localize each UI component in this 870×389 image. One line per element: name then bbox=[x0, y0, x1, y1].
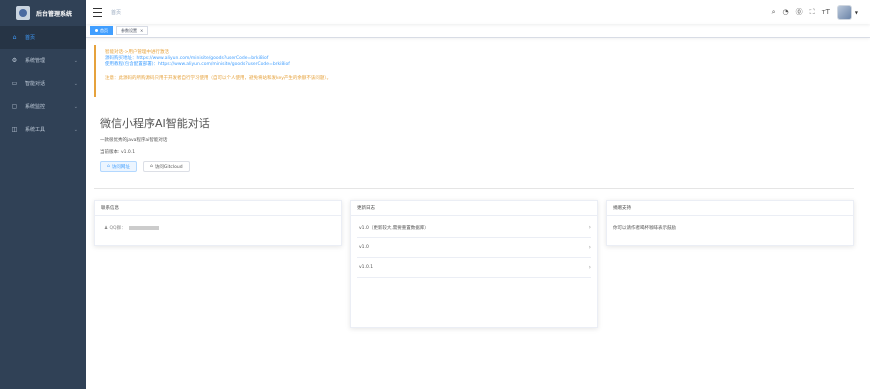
tag-label: 参数设置 bbox=[121, 27, 137, 33]
list-item-label: v1.0 bbox=[359, 245, 369, 250]
tag-home[interactable]: 首页 bbox=[90, 26, 113, 35]
redacted-value bbox=[129, 225, 160, 230]
button-label: 访问Gitcloud bbox=[154, 164, 183, 170]
contact-line: QQ群： bbox=[109, 226, 126, 231]
divider bbox=[94, 188, 854, 189]
home-icon: ⌂ bbox=[150, 164, 153, 169]
sidebar-item-monitor[interactable]: ▢ 系统监控 ⌄ bbox=[0, 95, 86, 118]
sidebar-item-label: 首页 bbox=[25, 35, 36, 41]
hamburger-icon[interactable] bbox=[93, 7, 102, 17]
chevron-right-icon: › bbox=[588, 244, 591, 251]
contact-card: 联系信息 ♟ QQ群： bbox=[94, 200, 342, 246]
sidebar-item-chat[interactable]: ▭ 智能对话 ⌄ bbox=[0, 72, 86, 95]
chevron-down-icon: ⌄ bbox=[73, 80, 78, 87]
gear-icon: ⚙ bbox=[11, 57, 18, 64]
main-content: 智能对话->用户管理中进行激活 源码购买地址：https://www.aliyu… bbox=[86, 38, 870, 389]
page-description: 一款很优秀的java程序ai智能对话 bbox=[100, 138, 168, 143]
page-title: 微信小程序AI智能对话 bbox=[100, 117, 210, 130]
search-icon[interactable]: ⌕ bbox=[772, 8, 776, 17]
visit-site-button[interactable]: ⌂ 访问网址 bbox=[100, 161, 137, 172]
github-icon[interactable]: ◔ bbox=[783, 8, 789, 16]
button-label: 访问网址 bbox=[111, 164, 130, 170]
sidebar-item-label: 智能对话 bbox=[25, 81, 46, 87]
breadcrumb[interactable]: 首页 bbox=[111, 9, 121, 16]
caret-down-icon[interactable]: ▼ bbox=[855, 10, 858, 15]
sidebar-item-label: 系统工具 bbox=[25, 127, 46, 133]
list-item[interactable]: v1.0（更新较大,需要重置数据库） › bbox=[357, 218, 591, 238]
chevron-down-icon: ⌄ bbox=[73, 57, 78, 64]
changelog-list: v1.0（更新较大,需要重置数据库） › v1.0 › v1.0.1 › bbox=[351, 218, 597, 278]
avatar[interactable] bbox=[836, 4, 852, 20]
list-item[interactable]: v1.0.1 › bbox=[357, 258, 591, 278]
fullscreen-icon[interactable]: ⛶ bbox=[810, 8, 815, 17]
chevron-right-icon: › bbox=[588, 264, 591, 271]
changelog-card: 更新日志 v1.0（更新较大,需要重置数据库） › v1.0 › v1.0.1 … bbox=[350, 200, 598, 328]
monitor-icon: ▢ bbox=[11, 103, 18, 110]
support-text: 你可以请作者喝杯咖啡表示鼓励 bbox=[613, 226, 676, 231]
sidebar-item-system[interactable]: ⚙ 系统管理 ⌄ bbox=[0, 49, 86, 72]
help-icon[interactable]: ⓪ bbox=[796, 7, 803, 17]
brand[interactable]: 后台管理系统 bbox=[0, 0, 86, 26]
visit-gitcloud-button[interactable]: ⌂ 访问Gitcloud bbox=[143, 161, 190, 172]
tool-icon: ◫ bbox=[11, 126, 18, 133]
right-menu: ⌕ ◔ ⓪ ⛶ тT ▼ bbox=[772, 0, 858, 24]
tag-params[interactable]: 参数设置 × bbox=[116, 26, 149, 35]
font-size-icon[interactable]: тT bbox=[822, 8, 830, 16]
sidebar-item-label: 系统监控 bbox=[25, 104, 46, 110]
version-text: 当前版本: v1.0.1 bbox=[100, 150, 136, 155]
logo-icon bbox=[16, 6, 30, 20]
card-title: 联系信息 bbox=[95, 201, 341, 216]
user-icon: ♟ bbox=[104, 226, 109, 231]
tag-label: 首页 bbox=[100, 27, 108, 33]
chat-icon: ▭ bbox=[11, 80, 18, 87]
cart-icon: ⌂ bbox=[107, 164, 110, 169]
list-item-label: v1.0（更新较大,需要重置数据库） bbox=[359, 225, 429, 231]
list-item[interactable]: v1.0 › bbox=[357, 238, 591, 258]
close-icon[interactable]: × bbox=[140, 28, 143, 33]
home-icon: ⌂ bbox=[12, 34, 17, 41]
tags-view: 首页 参数设置 × bbox=[86, 24, 870, 38]
notice-warning: 注意：此源码的所购源码只用于开发者自行学习使用（自可以个人使用，避免将站和发ke… bbox=[105, 76, 332, 81]
chevron-down-icon: ⌄ bbox=[73, 103, 78, 110]
chevron-right-icon: › bbox=[588, 224, 591, 231]
navbar: 首页 ⌕ ◔ ⓪ ⛶ тT ▼ bbox=[86, 0, 870, 24]
sidebar: 后台管理系统 ⌂ 首页 ⚙ 系统管理 ⌄ ▭ 智能对话 ⌄ ▢ 系统监控 ⌄ ◫… bbox=[0, 0, 86, 389]
sidebar-item-tools[interactable]: ◫ 系统工具 ⌄ bbox=[0, 118, 86, 141]
notice-block: 智能对话->用户管理中进行激活 源码购买地址：https://www.aliyu… bbox=[94, 45, 844, 97]
sidebar-item-home[interactable]: ⌂ 首页 bbox=[0, 26, 86, 49]
contact-body: ♟ QQ群： bbox=[95, 216, 341, 231]
support-card: 捐赠支持 你可以请作者喝杯咖啡表示鼓励 bbox=[606, 200, 854, 246]
list-item-label: v1.0.1 bbox=[359, 265, 374, 270]
card-title: 捐赠支持 bbox=[607, 201, 853, 216]
sidebar-item-label: 系统管理 bbox=[25, 58, 46, 64]
chevron-down-icon: ⌄ bbox=[73, 126, 78, 133]
card-title: 更新日志 bbox=[351, 201, 597, 216]
brand-title: 后台管理系统 bbox=[36, 10, 73, 18]
